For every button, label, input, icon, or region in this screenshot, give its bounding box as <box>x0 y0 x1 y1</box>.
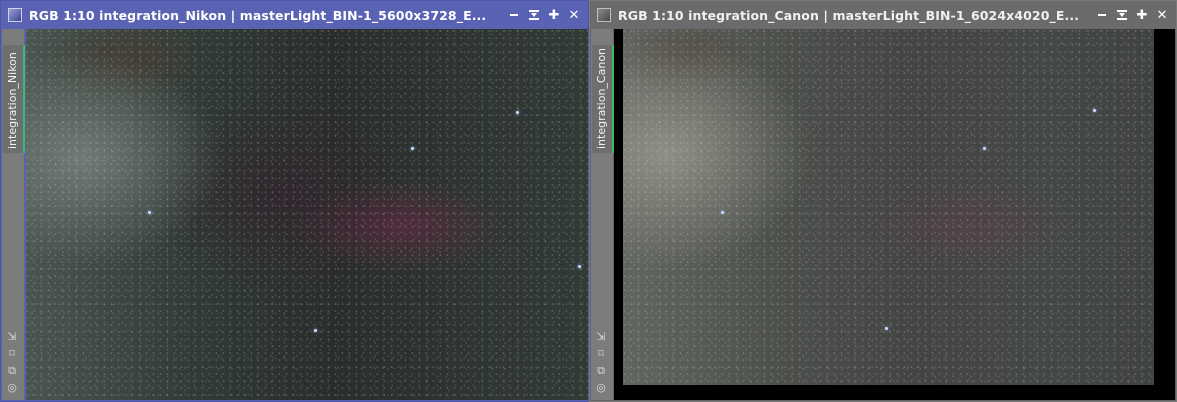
minimize-button[interactable] <box>504 5 524 25</box>
window-sidebar: integration_Nikon ⇲ ⌑ ⧉ ◎ <box>2 29 25 400</box>
window-title: RGB 1:10 integration_Canon | masterLight… <box>618 7 1080 23</box>
minimize-icon <box>510 14 518 16</box>
image-view-nikon[interactable] <box>26 29 588 400</box>
window-controls: ✚ ✕ <box>504 5 584 25</box>
clone-icon[interactable]: ⧉ <box>595 365 607 377</box>
arrow-resize-icon[interactable]: ⇲ <box>595 331 607 343</box>
close-button[interactable]: ✕ <box>564 5 584 25</box>
close-icon: ✕ <box>1156 7 1168 23</box>
window-controls: ✚ ✕ <box>1092 5 1172 25</box>
sidebar-tools: ⇲ ⌑ ⧉ ◎ <box>595 331 607 394</box>
window-system-icon[interactable] <box>8 8 22 22</box>
maximize-icon: ✚ <box>1136 7 1148 23</box>
shade-icon <box>529 10 539 20</box>
star <box>983 147 986 150</box>
workspace: RGB 1:10 integration_Nikon | masterLight… <box>0 0 1177 402</box>
image-noise <box>623 29 1154 385</box>
star <box>148 211 151 214</box>
image-noise <box>26 29 588 400</box>
star <box>578 265 581 268</box>
shade-button[interactable] <box>1112 5 1132 25</box>
sidebar-tools: ⇲ ⌑ ⧉ ◎ <box>6 331 18 394</box>
window-title: RGB 1:10 integration_Nikon | masterLight… <box>29 7 487 23</box>
star <box>516 111 519 114</box>
arrow-resize-icon[interactable]: ⇲ <box>6 331 18 343</box>
view-tab-label: integration_Nikon <box>6 52 19 149</box>
image-window-canon[interactable]: RGB 1:10 integration_Canon | masterLight… <box>589 0 1177 402</box>
window-sidebar: integration_Canon ⇲ ⌑ ⧉ ◎ <box>591 29 614 400</box>
maximize-button[interactable]: ✚ <box>544 5 564 25</box>
star <box>721 211 724 214</box>
maximize-icon: ✚ <box>548 7 560 23</box>
fit-icon[interactable]: ⌑ <box>6 348 18 360</box>
fit-icon[interactable]: ⌑ <box>595 348 607 360</box>
shade-button[interactable] <box>524 5 544 25</box>
shade-icon <box>1117 10 1127 20</box>
window-system-icon[interactable] <box>597 8 611 22</box>
maximize-button[interactable]: ✚ <box>1132 5 1152 25</box>
target-icon[interactable]: ◎ <box>595 382 607 394</box>
star <box>411 147 414 150</box>
view-tab-label: integration_Canon <box>595 47 608 149</box>
title-bar[interactable]: RGB 1:10 integration_Nikon | masterLight… <box>1 1 588 29</box>
image-window-nikon[interactable]: RGB 1:10 integration_Nikon | masterLight… <box>0 0 589 402</box>
view-tab-integration-nikon[interactable]: integration_Nikon <box>3 45 25 153</box>
close-button[interactable]: ✕ <box>1152 5 1172 25</box>
star <box>885 327 888 330</box>
clone-icon[interactable]: ⧉ <box>6 365 18 377</box>
star <box>1093 109 1096 112</box>
title-bar[interactable]: RGB 1:10 integration_Canon | masterLight… <box>590 1 1176 29</box>
star <box>314 329 317 332</box>
image-view-canon[interactable] <box>623 29 1154 385</box>
minimize-icon <box>1098 14 1106 16</box>
view-tab-integration-canon[interactable]: integration_Canon <box>592 45 614 153</box>
minimize-button[interactable] <box>1092 5 1112 25</box>
close-icon: ✕ <box>568 7 580 23</box>
target-icon[interactable]: ◎ <box>6 382 18 394</box>
